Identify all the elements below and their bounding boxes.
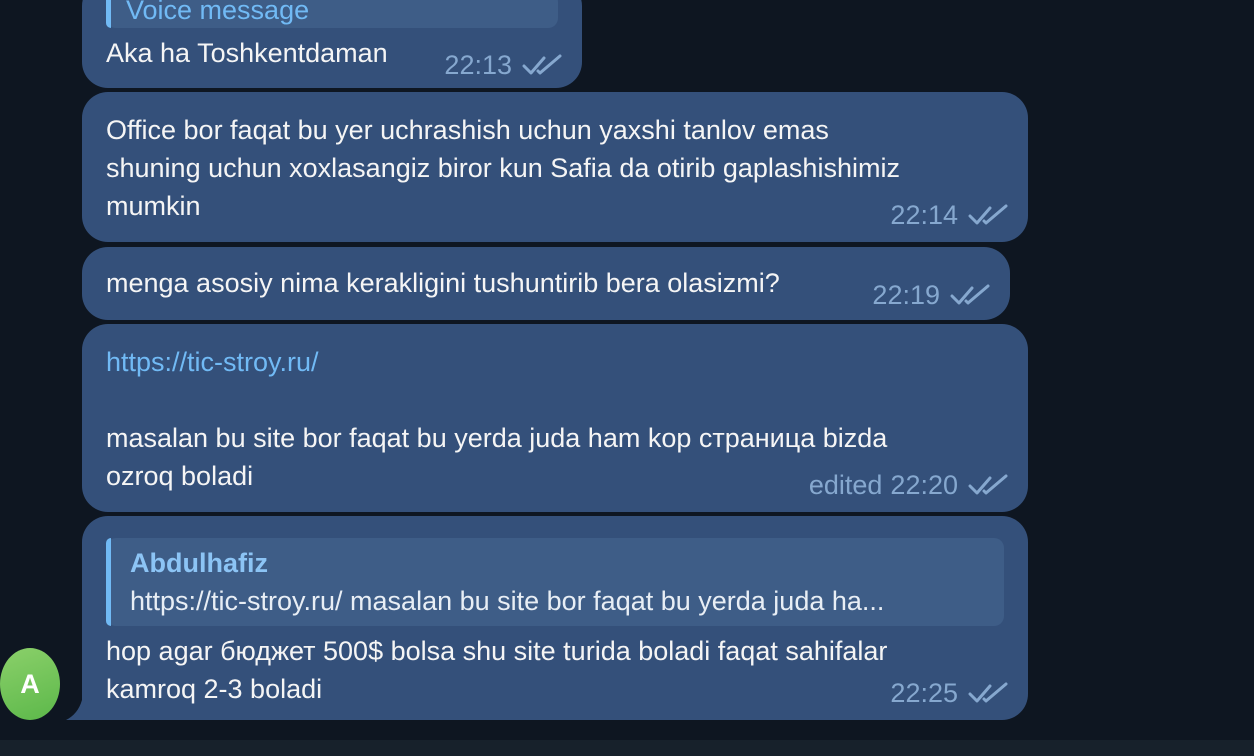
- avatar-letter: A: [0, 648, 60, 720]
- message-meta: 22:19: [872, 278, 992, 312]
- message-meta: edited 22:20: [809, 468, 1010, 502]
- message-text: Office bor faqat bu yer uchrashish uchun…: [106, 115, 900, 221]
- double-check-icon: [950, 284, 990, 305]
- message-meta: 22:13: [444, 48, 564, 82]
- message-meta: 22:14: [890, 198, 1010, 232]
- composer-bar-edge: [0, 740, 1254, 756]
- message-link[interactable]: https://tic-stroy.ru/: [106, 343, 1004, 381]
- message-meta: 22:25: [890, 676, 1010, 710]
- message-bubble[interactable]: menga asosiy nima kerakligini tushuntiri…: [82, 247, 1010, 320]
- voice-message-label: Voice message: [126, 0, 310, 25]
- message-text: hop agar бюджет 500$ bolsa shu site turi…: [106, 636, 888, 704]
- message-time: 22:25: [890, 678, 958, 708]
- message-time: 22:14: [890, 200, 958, 230]
- double-check-icon: [968, 682, 1008, 703]
- message-bubble[interactable]: Voice message Aka ha Toshkentdaman 22:13: [82, 0, 582, 88]
- message-time: 22:13: [444, 50, 512, 80]
- reply-author: Abdulhafiz: [130, 548, 268, 578]
- message-bubble[interactable]: Office bor faqat bu yer uchrashish uchun…: [82, 92, 1028, 242]
- double-check-icon: [968, 474, 1008, 495]
- chat-area: Voice message Aka ha Toshkentdaman 22:13…: [0, 0, 1254, 756]
- message-text: menga asosiy nima kerakligini tushuntiri…: [106, 268, 780, 298]
- reply-preview[interactable]: Abdulhafiz https://tic-stroy.ru/ masalan…: [106, 538, 1004, 626]
- reply-text: https://tic-stroy.ru/ masalan bu site bo…: [130, 586, 885, 616]
- double-check-icon: [968, 204, 1008, 225]
- double-check-icon: [522, 54, 562, 75]
- avatar[interactable]: A: [0, 648, 60, 720]
- message-bubble[interactable]: Abdulhafiz https://tic-stroy.ru/ masalan…: [82, 516, 1028, 720]
- bubble-tail: [66, 700, 82, 720]
- message-bubble[interactable]: https://tic-stroy.ru/ masalan bu site bo…: [82, 324, 1028, 512]
- message-time: 22:20: [890, 470, 958, 500]
- reply-preview[interactable]: Voice message: [106, 0, 558, 28]
- message-time: 22:19: [872, 280, 940, 310]
- edited-label: edited: [808, 470, 883, 500]
